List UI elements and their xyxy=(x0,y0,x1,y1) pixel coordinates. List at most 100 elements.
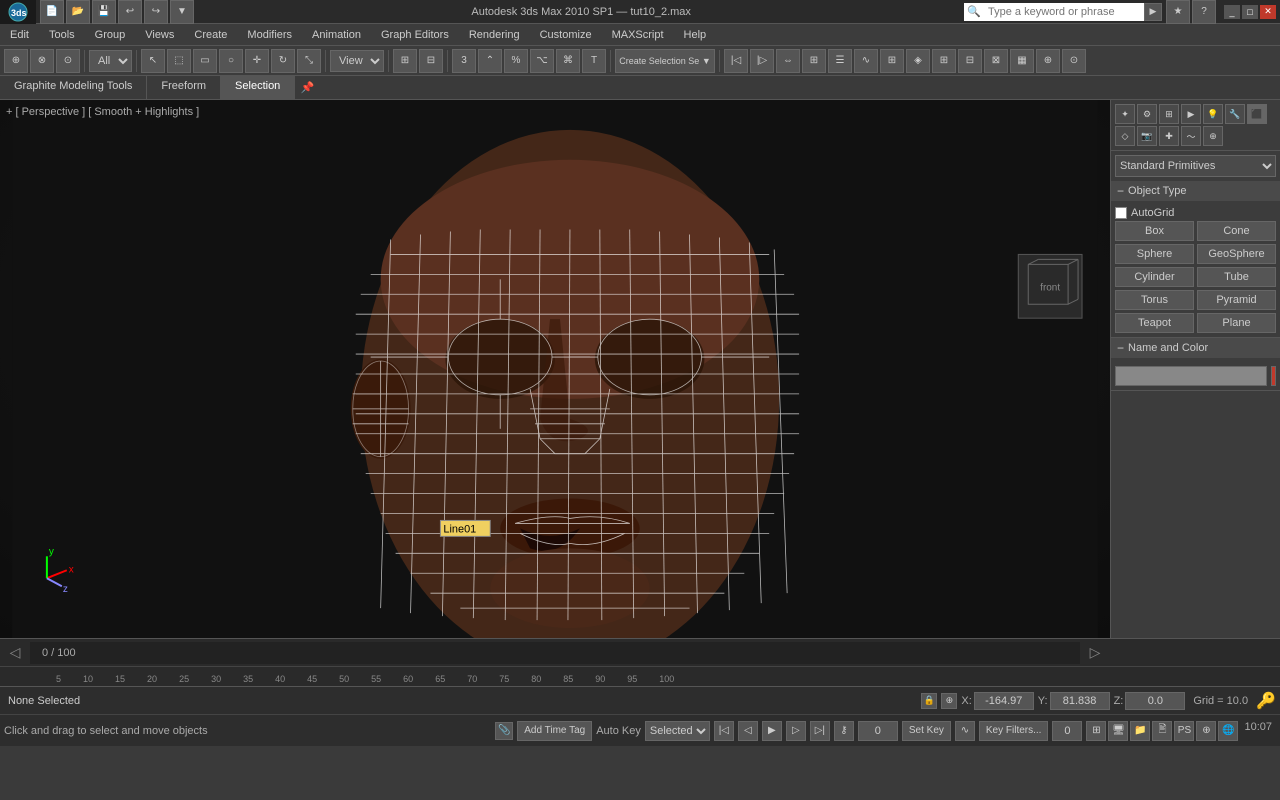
search-input[interactable] xyxy=(984,3,1144,21)
utilities-icon[interactable]: 🔧 xyxy=(1225,104,1245,124)
options-btn[interactable]: ▼ xyxy=(170,0,194,24)
prev-frame-btn[interactable]: ◁ xyxy=(738,721,758,741)
add-time-tag-icon[interactable]: 📎 xyxy=(495,722,513,740)
select-rotate[interactable]: ↻ xyxy=(271,49,295,73)
key-filters-btn[interactable]: Key Filters... xyxy=(979,721,1049,741)
viewport-3d[interactable]: + [ Perspective ] [ Smooth + Highlights … xyxy=(0,100,1110,638)
pyramid-btn[interactable]: Pyramid xyxy=(1197,290,1276,310)
z-input[interactable] xyxy=(1125,692,1185,710)
kbd3[interactable]: % xyxy=(504,49,528,73)
play-btn[interactable]: ▶ xyxy=(762,721,782,741)
view-dropdown[interactable]: View xyxy=(330,50,384,72)
color-swatch[interactable] xyxy=(1271,366,1276,386)
helpers-icon[interactable]: ✚ xyxy=(1159,126,1179,146)
select-rect[interactable]: ▭ xyxy=(193,49,217,73)
sphere-btn[interactable]: Sphere xyxy=(1115,244,1194,264)
cylinder-btn[interactable]: Cylinder xyxy=(1115,267,1194,287)
search-box[interactable]: 🔍 ▶ xyxy=(964,3,1162,21)
snap-2d[interactable]: ⊕ xyxy=(4,49,28,73)
taskbar-icon1[interactable]: ⊞ xyxy=(1086,721,1106,741)
selection-set-btn[interactable]: Create Selection Se ▼ xyxy=(615,49,715,73)
teapot-btn[interactable]: Teapot xyxy=(1115,313,1194,333)
display-icon[interactable]: 💡 xyxy=(1203,104,1223,124)
select-obj[interactable]: ↖ xyxy=(141,49,165,73)
modify-icon[interactable]: ⚙ xyxy=(1137,104,1157,124)
select-region[interactable]: ⬚ xyxy=(167,49,191,73)
taskbar-icon6[interactable]: ⊕ xyxy=(1196,721,1216,741)
undo-btn[interactable]: ↩ xyxy=(118,0,142,24)
status-icon2[interactable]: ⊕ xyxy=(941,693,957,709)
help-icon[interactable]: ? xyxy=(1192,0,1216,24)
add-time-tag-btn[interactable]: Add Time Tag xyxy=(517,721,592,741)
star-icon[interactable]: ★ xyxy=(1166,0,1190,24)
snap-3d[interactable]: ⊗ xyxy=(30,49,54,73)
taskbar-icon2[interactable]: 🖥 xyxy=(1108,721,1128,741)
layers[interactable]: ☰ xyxy=(828,49,852,73)
torus-btn[interactable]: Torus xyxy=(1115,290,1194,310)
menu-help[interactable]: Help xyxy=(678,27,713,43)
motion-icon[interactable]: ▶ xyxy=(1181,104,1201,124)
kbd6[interactable]: T xyxy=(582,49,606,73)
render2[interactable]: ⊟ xyxy=(958,49,982,73)
frame-value-input[interactable] xyxy=(1052,721,1082,741)
pin-icon[interactable]: 📌 xyxy=(295,76,319,99)
next-frame-btn[interactable]: ▷ xyxy=(786,721,806,741)
mats[interactable]: ◈ xyxy=(906,49,930,73)
y-input[interactable] xyxy=(1050,692,1110,710)
key-curve-icon[interactable]: ∿ xyxy=(955,721,975,741)
align[interactable]: ⊞ xyxy=(802,49,826,73)
select-move[interactable]: ✛ xyxy=(245,49,269,73)
go-start-btn[interactable]: |◁ xyxy=(714,721,734,741)
close-btn[interactable]: ✕ xyxy=(1260,5,1276,19)
box-btn[interactable]: Box xyxy=(1115,221,1194,241)
menu-edit[interactable]: Edit xyxy=(4,27,35,43)
spacewarps-icon[interactable]: 〜 xyxy=(1181,126,1201,146)
menu-animation[interactable]: Animation xyxy=(306,27,367,43)
minimize-btn[interactable]: _ xyxy=(1224,5,1240,19)
create-icon[interactable]: ✦ xyxy=(1115,104,1135,124)
tab-freeform[interactable]: Freeform xyxy=(147,76,221,99)
pivot2[interactable]: ⊟ xyxy=(419,49,443,73)
menu-graph-editors[interactable]: Graph Editors xyxy=(375,27,455,43)
viewport-render[interactable]: x y z front xyxy=(0,100,1110,638)
tl-forward-btn[interactable]: ▷ xyxy=(1080,644,1110,661)
render[interactable]: ⊞ xyxy=(932,49,956,73)
systems-icon[interactable]: ⊕ xyxy=(1203,126,1223,146)
render4[interactable]: ▦ xyxy=(1010,49,1034,73)
schematic[interactable]: ⊞ xyxy=(880,49,904,73)
menu-rendering[interactable]: Rendering xyxy=(463,27,526,43)
lock-selection-icon[interactable]: 🔒 xyxy=(921,693,937,709)
taskbar-icon5[interactable]: PS xyxy=(1174,721,1194,741)
tab-selection[interactable]: Selection xyxy=(221,76,295,99)
open-btn[interactable]: 📂 xyxy=(66,0,90,24)
viewport-cube[interactable]: front xyxy=(1018,254,1082,318)
snap-spinner[interactable]: ⊙ xyxy=(56,49,80,73)
kbd4[interactable]: ⌥ xyxy=(530,49,554,73)
menu-tools[interactable]: Tools xyxy=(43,27,81,43)
key-icon[interactable]: 🔑 xyxy=(1256,691,1276,711)
redo-btn[interactable]: ↪ xyxy=(144,0,168,24)
save-btn[interactable]: 💾 xyxy=(92,0,116,24)
kbd1[interactable]: 3 xyxy=(452,49,476,73)
menu-group[interactable]: Group xyxy=(89,27,132,43)
mirror[interactable]: ⇔ xyxy=(776,49,800,73)
create2-icon[interactable]: ⬛ xyxy=(1247,104,1267,124)
new-btn[interactable]: 📄 xyxy=(40,0,64,24)
taskbar-icon4[interactable]: 🖹 xyxy=(1152,721,1172,741)
render5[interactable]: ⊕ xyxy=(1036,49,1060,73)
named-sel2[interactable]: |▷ xyxy=(750,49,774,73)
filter-dropdown[interactable]: All xyxy=(89,50,132,72)
select-scale[interactable]: ⤡ xyxy=(297,49,321,73)
maximize-btn[interactable]: □ xyxy=(1242,5,1258,19)
frame-input[interactable] xyxy=(858,721,898,741)
render6[interactable]: ⊙ xyxy=(1062,49,1086,73)
go-end-btn[interactable]: ▷| xyxy=(810,721,830,741)
menu-views[interactable]: Views xyxy=(139,27,180,43)
lights-icon[interactable]: ◇ xyxy=(1115,126,1135,146)
cone-btn[interactable]: Cone xyxy=(1197,221,1276,241)
key-mode-btn[interactable]: ⚷ xyxy=(834,721,854,741)
menu-modifiers[interactable]: Modifiers xyxy=(241,27,298,43)
pivot[interactable]: ⊞ xyxy=(393,49,417,73)
menu-customize[interactable]: Customize xyxy=(534,27,598,43)
render3[interactable]: ⊠ xyxy=(984,49,1008,73)
